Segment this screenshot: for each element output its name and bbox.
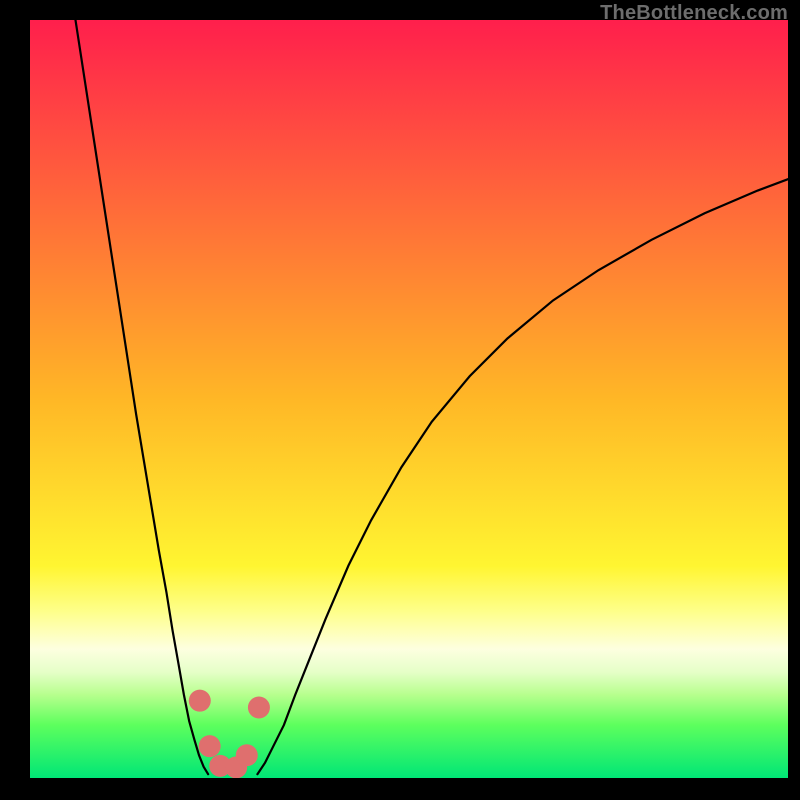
valley-markers-1 (199, 735, 221, 757)
valley-markers-4 (236, 744, 258, 766)
chart-plot (30, 20, 788, 778)
watermark-text: TheBottleneck.com (600, 2, 788, 25)
valley-markers-5 (248, 697, 270, 719)
chart-frame: TheBottleneck.com (0, 0, 800, 800)
valley-markers-0 (189, 690, 211, 712)
plot-background (30, 20, 788, 778)
